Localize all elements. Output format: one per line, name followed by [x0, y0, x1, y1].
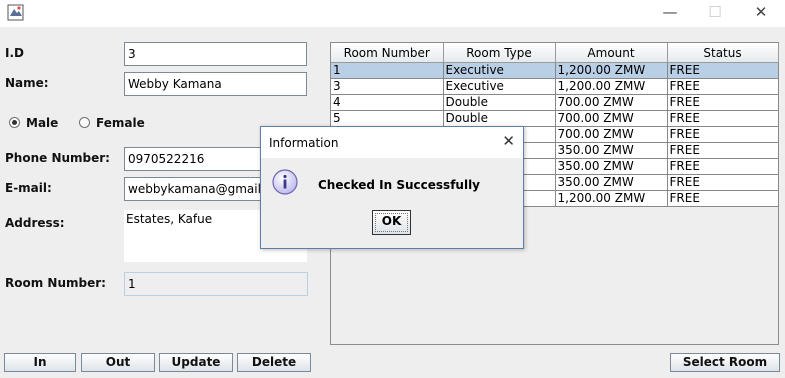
female-label[interactable]: Female	[96, 116, 145, 130]
table-header-row: Room Number Room Type Amount Status	[331, 43, 779, 63]
name-field[interactable]: Webby Kamana	[124, 72, 307, 96]
cell-room-number[interactable]: 3	[331, 78, 444, 95]
cell-room-number[interactable]: 1	[331, 62, 444, 79]
select-room-button[interactable]: Select Room	[670, 353, 780, 372]
room-number-field: 1	[124, 272, 308, 296]
cell-amount[interactable]: 350.00 ZMW	[555, 174, 668, 191]
id-label: I.D	[5, 46, 24, 60]
cell-amount[interactable]: 700.00 ZMW	[555, 94, 668, 111]
cell-status[interactable]: FREE	[667, 126, 779, 143]
focus-ring	[375, 213, 408, 232]
info-icon	[272, 169, 298, 195]
cell-status[interactable]: FREE	[667, 94, 779, 111]
cell-room-type[interactable]: Executive	[443, 62, 556, 79]
table-row[interactable]: 3 Executive 1,200.00 ZMW FREE	[331, 78, 779, 95]
cell-room-type[interactable]: Executive	[443, 78, 556, 95]
room-number-label: Room Number:	[5, 276, 106, 290]
delete-button[interactable]: Delete	[237, 353, 311, 372]
dialog-ok-button[interactable]: OK	[372, 210, 411, 235]
column-header-status[interactable]: Status	[667, 43, 779, 63]
dialog-title-bar: Information ✕	[261, 127, 523, 158]
male-radio[interactable]	[9, 117, 20, 128]
female-radio[interactable]	[79, 117, 90, 128]
cell-amount[interactable]: 1,200.00 ZMW	[555, 78, 668, 95]
dialog-title: Information	[269, 136, 339, 150]
dialog-close-button[interactable]: ✕	[502, 132, 515, 150]
java-app-icon	[7, 4, 24, 21]
cell-room-type[interactable]: Double	[443, 94, 556, 111]
minimize-button[interactable]: —	[647, 0, 693, 25]
email-label: E-mail:	[5, 181, 52, 195]
table-row[interactable]: 5 Double 700.00 ZMW FREE	[331, 110, 779, 127]
table-row[interactable]: 4 Double 700.00 ZMW FREE	[331, 94, 779, 111]
male-label[interactable]: Male	[26, 116, 58, 130]
radio-selected-dot	[12, 120, 17, 125]
column-header-amount[interactable]: Amount	[555, 43, 668, 63]
cell-status[interactable]: FREE	[667, 110, 779, 127]
cell-amount[interactable]: 350.00 ZMW	[555, 142, 668, 159]
cell-room-number[interactable]: 4	[331, 94, 444, 111]
phone-label: Phone Number:	[5, 151, 110, 165]
cell-amount[interactable]: 700.00 ZMW	[555, 110, 668, 127]
check-out-button[interactable]: Out	[81, 353, 155, 372]
cell-amount[interactable]: 1,200.00 ZMW	[555, 62, 668, 79]
cell-status[interactable]: FREE	[667, 78, 779, 95]
cell-room-number[interactable]: 5	[331, 110, 444, 127]
title-bar: — ☐ ✕	[0, 0, 785, 27]
maximize-button[interactable]: ☐	[692, 0, 738, 25]
column-header-room-type[interactable]: Room Type	[443, 43, 556, 63]
cell-amount[interactable]: 700.00 ZMW	[555, 126, 668, 143]
column-header-room-number[interactable]: Room Number	[331, 43, 444, 63]
cell-status[interactable]: FREE	[667, 174, 779, 191]
cell-status[interactable]: FREE	[667, 158, 779, 175]
cell-status[interactable]: FREE	[667, 142, 779, 159]
cell-amount[interactable]: 350.00 ZMW	[555, 158, 668, 175]
cell-status[interactable]: FREE	[667, 62, 779, 79]
cell-status[interactable]: FREE	[667, 190, 779, 207]
close-button[interactable]: ✕	[738, 0, 784, 25]
id-field[interactable]: 3	[124, 42, 307, 66]
information-dialog[interactable]: Information ✕ Checked In Successfully OK	[260, 126, 524, 249]
table-row[interactable]: 1 Executive 1,200.00 ZMW FREE	[331, 62, 779, 79]
dialog-message: Checked In Successfully	[318, 178, 480, 192]
name-label: Name:	[5, 76, 49, 90]
cell-amount[interactable]: 1,200.00 ZMW	[555, 190, 668, 207]
address-label: Address:	[5, 216, 65, 230]
cell-room-type[interactable]: Double	[443, 110, 556, 127]
update-button[interactable]: Update	[159, 353, 233, 372]
check-in-button[interactable]: In	[4, 353, 76, 372]
